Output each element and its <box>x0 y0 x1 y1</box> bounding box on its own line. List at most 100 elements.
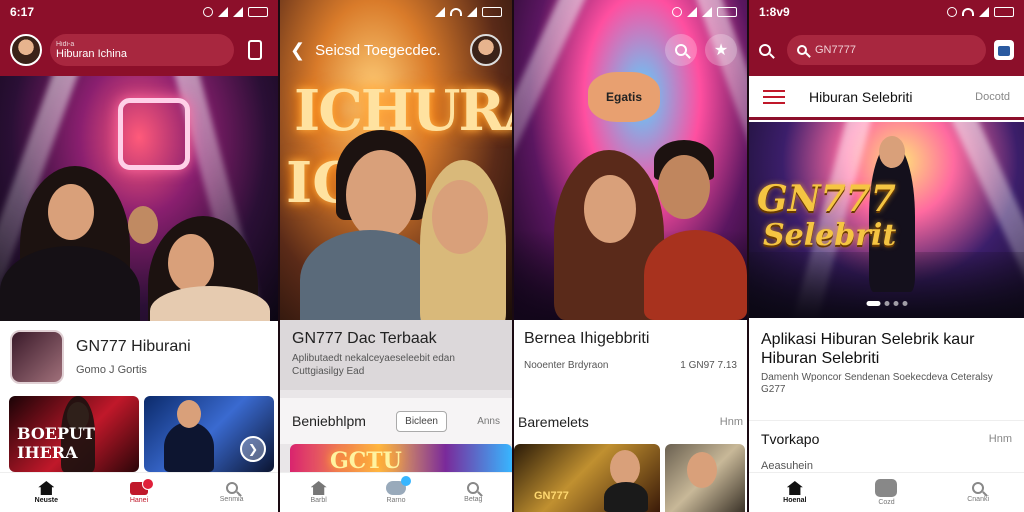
avatar[interactable] <box>10 34 42 66</box>
see-more-link[interactable]: Anns <box>477 416 500 427</box>
nav-home[interactable]: Neuste <box>16 481 76 504</box>
alarm-icon <box>672 7 682 17</box>
hero-neon-text: ICHURA <box>294 78 512 144</box>
carousel-dots[interactable] <box>866 301 907 306</box>
square-icon <box>875 479 898 497</box>
status-time: 6:17 <box>10 5 35 19</box>
alarm-icon <box>203 7 213 17</box>
section-title: Tvorkapo <box>761 430 820 447</box>
extra-text: Aeasuhein <box>761 460 813 472</box>
status-bar: 6:17 <box>0 0 278 24</box>
content-card[interactable] <box>665 444 745 512</box>
search-icon[interactable] <box>759 44 771 56</box>
app-thumbnail <box>10 330 64 384</box>
card-text: GN777 <box>534 490 569 502</box>
menu-icon[interactable] <box>763 89 785 104</box>
promo-row: BOEPUT IHERA ❯ <box>9 396 278 472</box>
cloud-icon <box>385 476 411 495</box>
store-icon[interactable] <box>994 40 1014 60</box>
app-info: Aplikasi Hiburan Selebrik kaur Hiburan S… <box>749 322 1024 404</box>
signal-icon <box>687 7 697 17</box>
nav-video[interactable]: Hanei <box>109 477 169 504</box>
app-card[interactable]: GN777 Hiburani Gomo J Gortis <box>0 322 278 392</box>
meta-right: 1 GN97 7.13 <box>680 360 737 371</box>
battery-icon <box>994 7 1014 17</box>
section-title: Beniebhlpm <box>292 413 366 429</box>
top-bar: GN7777 <box>749 24 1024 76</box>
search-icon <box>225 482 238 494</box>
banner-card[interactable]: GCTU <box>290 444 512 472</box>
app-info: GN777 Dac Terbaak Aplibutaedt nekalceyae… <box>280 320 512 390</box>
promo-card[interactable]: BOEPUT IHERA <box>9 396 139 472</box>
hero-banner[interactable]: GN777 Selebrit <box>749 122 1024 318</box>
filter-chip[interactable]: Bicleen <box>396 410 447 432</box>
star-button[interactable]: ★ <box>705 34 737 66</box>
home-icon <box>38 481 55 495</box>
screen-home: 6:17 Hidi-a Hiburan Ichina GN777 Hiburan… <box>0 0 278 512</box>
see-more-link[interactable]: Hnm <box>720 416 743 428</box>
video-icon <box>129 477 154 495</box>
hero-title-line1: GN777 <box>757 178 896 220</box>
phone-button[interactable] <box>242 37 268 63</box>
app-info: Bernea Ihigebbriti Nooenter Brdyraon 1 G… <box>514 320 747 390</box>
nav-search[interactable]: Cnanki <box>948 482 1008 503</box>
hero-title-line2: Selebrit <box>763 218 897 253</box>
avatar[interactable] <box>470 34 502 66</box>
battery-icon <box>717 7 737 17</box>
star-icon: ★ <box>713 42 729 59</box>
page-title: Seicsd Toegecdec. <box>315 41 441 59</box>
phone-icon <box>248 40 262 60</box>
promo-card[interactable]: ❯ <box>144 396 274 472</box>
hero-image[interactable] <box>0 76 278 321</box>
content-card[interactable]: GN777 <box>514 444 660 512</box>
bottom-nav: Barbl Rarno Betag <box>280 472 512 512</box>
alarm-icon <box>947 7 957 17</box>
signal-icon <box>435 7 445 17</box>
tab-other[interactable]: Docotd <box>975 91 1010 103</box>
nav-cloud[interactable]: Rarno <box>366 476 426 504</box>
status-bar <box>514 0 747 24</box>
see-more-link[interactable]: Hnm <box>989 433 1012 445</box>
play-icon[interactable]: ❯ <box>240 436 266 462</box>
search-button[interactable] <box>665 34 697 66</box>
app-title: GN777 Dac Terbaak <box>292 330 437 347</box>
search-input[interactable]: GN7777 <box>787 35 986 65</box>
status-bar: 1:8v9 <box>749 0 1024 24</box>
signal-icon <box>467 7 477 17</box>
section-title: Baremelets <box>518 414 589 430</box>
profile-name: Hiburan Ichina <box>56 47 127 60</box>
app-title: Bernea Ihigebbriti <box>524 330 650 347</box>
nav-home[interactable]: Hoenal <box>765 481 825 504</box>
nav-search[interactable]: Betag <box>443 482 503 503</box>
nav-search[interactable]: Senmia <box>202 482 262 503</box>
wifi-icon <box>450 8 462 16</box>
search-icon <box>797 45 807 55</box>
app-description: Damenh Wponcor Sendenan Soekecdeva Ceter… <box>761 372 993 395</box>
section-header: Tvorkapo Hnm <box>749 420 1024 456</box>
top-bar: ★ <box>514 24 747 76</box>
app-subtitle: Gomo J Gortis <box>76 364 147 376</box>
screen-browse: 1:8v9 GN7777 Hiburan Selebriti Docotd GN… <box>749 0 1024 512</box>
screen-feature: ★ Egatis Bernea Ihigebbriti Nooenter Brd… <box>514 0 747 512</box>
nav-home[interactable]: Barbl <box>289 481 349 504</box>
signal-icon <box>233 7 243 17</box>
back-icon[interactable]: ❮ <box>290 40 305 61</box>
tab-bar: Hiburan Selebriti Docotd <box>749 76 1024 120</box>
top-bar: ❮ Seicsd Toegecdec. <box>280 24 512 76</box>
search-icon <box>467 482 480 494</box>
nav-square[interactable]: Cozd <box>856 479 916 506</box>
promo-text: BOEPUT IHERA <box>17 424 95 462</box>
home-icon <box>786 481 803 495</box>
signal-icon <box>218 7 228 17</box>
signal-icon <box>979 7 989 17</box>
profile-pill[interactable]: Hidi-a Hiburan Ichina <box>50 34 234 66</box>
meta-left: Nooenter Brdyraon <box>524 360 609 371</box>
wifi-icon <box>962 8 974 16</box>
search-icon <box>972 482 985 494</box>
search-value: GN7777 <box>815 44 856 56</box>
battery-icon <box>482 7 502 17</box>
tab-active[interactable]: Hiburan Selebriti <box>809 89 975 105</box>
search-icon <box>675 44 687 56</box>
app-title: GN777 Hiburani <box>76 338 191 355</box>
card-row: GN777 <box>514 444 747 512</box>
